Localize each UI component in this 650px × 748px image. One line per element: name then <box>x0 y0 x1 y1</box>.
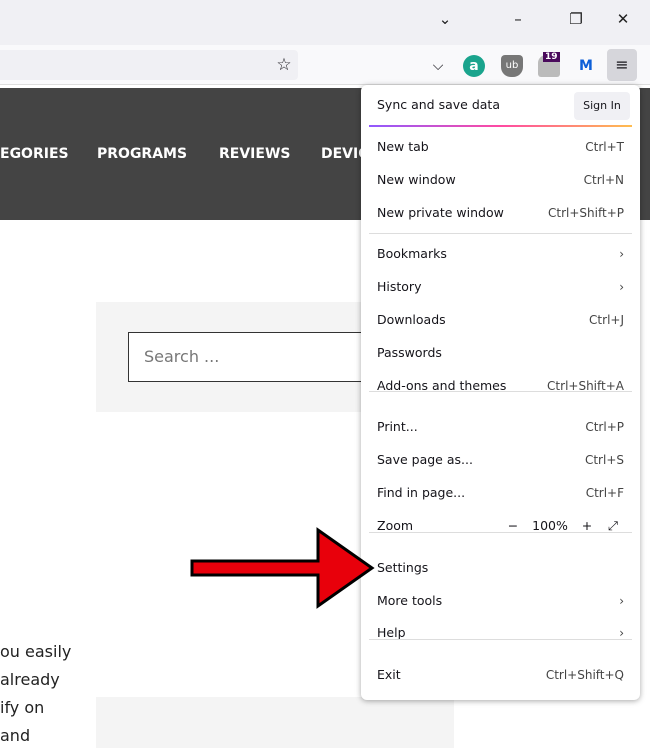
red-arrow-annotation <box>190 527 375 609</box>
arrow-shape <box>190 527 375 609</box>
